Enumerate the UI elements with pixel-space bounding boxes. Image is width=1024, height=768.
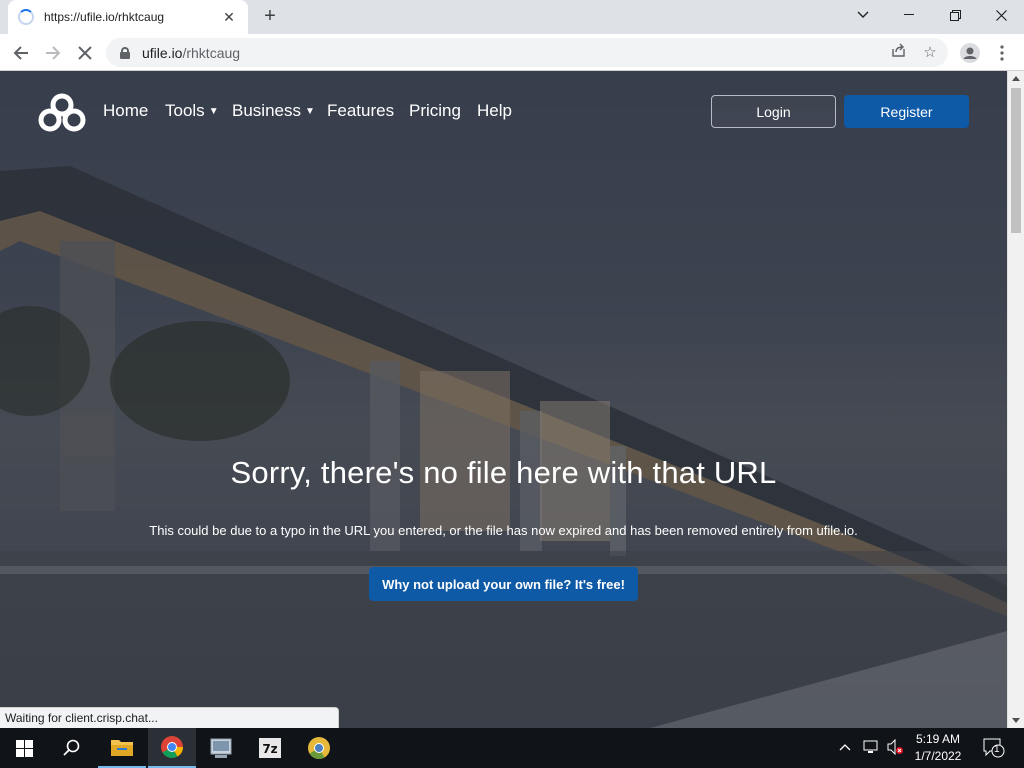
browser-tab[interactable]: https://ufile.io/rhktcaug ✕: [8, 0, 248, 34]
share-icon[interactable]: [888, 43, 908, 63]
search-button[interactable]: [48, 728, 96, 768]
browser-beta-icon: [308, 737, 330, 759]
upload-cta-button[interactable]: Why not upload your own file? It's free!: [369, 567, 638, 601]
loading-spinner-icon: [18, 9, 34, 25]
back-button[interactable]: [8, 40, 34, 66]
error-description: This could be due to a typo in the URL y…: [149, 523, 858, 538]
windows-logo-icon: [15, 739, 33, 757]
action-center-icon[interactable]: 1: [983, 738, 1005, 761]
page-scrollbar[interactable]: [1007, 71, 1024, 728]
minimize-button[interactable]: [886, 0, 932, 30]
browser-menu-icon[interactable]: [989, 40, 1015, 66]
show-hidden-icons-icon[interactable]: [839, 739, 851, 754]
login-button[interactable]: Login: [711, 95, 836, 128]
close-window-button[interactable]: [978, 0, 1024, 30]
chrome-icon: [161, 736, 183, 758]
new-tab-button[interactable]: +: [259, 5, 281, 27]
page-viewport: Home Tools ▼ Business ▼ Features Pricing H…: [0, 71, 1007, 728]
scrollbar-thumb[interactable]: [1011, 88, 1021, 233]
chevron-down-icon: ▼: [208, 106, 219, 117]
restore-button[interactable]: [932, 0, 978, 30]
tab-strip: https://ufile.io/rhktcaug ✕ +: [0, 0, 1024, 34]
network-icon[interactable]: [862, 739, 880, 758]
network-app-button[interactable]: [197, 728, 245, 768]
clock-date: 1/7/2022: [914, 749, 962, 763]
7zip-button[interactable]: 7z: [246, 728, 294, 768]
browser-toolbar: ufile.io/rhktcaug ☆: [0, 34, 1024, 71]
site-header: Home Tools ▼ Business ▼ Features Pricing H…: [0, 71, 1007, 151]
nav-home[interactable]: Home: [103, 101, 148, 121]
ufile-logo-icon[interactable]: [38, 93, 86, 133]
close-tab-icon[interactable]: ✕: [220, 9, 238, 26]
address-bar[interactable]: ufile.io/rhktcaug ☆: [106, 38, 948, 67]
lock-icon[interactable]: [120, 46, 130, 59]
notification-count-badge: 1: [994, 744, 1000, 755]
clock-time: 5:19 AM: [915, 732, 961, 746]
file-explorer-button[interactable]: [98, 728, 146, 768]
folder-icon: [111, 740, 133, 756]
start-button[interactable]: [0, 728, 48, 768]
stop-loading-button[interactable]: [72, 40, 98, 66]
status-bubble: Waiting for client.crisp.chat...: [0, 707, 339, 728]
network-window-icon: [210, 738, 232, 758]
chrome-canary-button[interactable]: [295, 728, 343, 768]
error-title: Sorry, there's no file here with that UR…: [230, 455, 777, 490]
background-photo: [0, 71, 1007, 728]
chrome-taskbar-button[interactable]: [148, 728, 196, 768]
chevron-down-icon: ▼: [304, 106, 315, 117]
nav-help[interactable]: Help: [477, 101, 512, 121]
tab-search-icon[interactable]: [840, 0, 886, 30]
register-button[interactable]: Register: [844, 95, 969, 128]
scroll-up-icon[interactable]: [1012, 76, 1020, 81]
nav-features[interactable]: Features: [327, 101, 394, 121]
nav-pricing[interactable]: Pricing: [409, 101, 461, 121]
system-clock[interactable]: 5:19 AM 1/7/2022: [906, 731, 970, 765]
windows-taskbar: 7z 5:19 AM 1/7/2022 1: [0, 728, 1024, 768]
volume-muted-icon[interactable]: [886, 738, 904, 758]
scroll-down-icon[interactable]: [1012, 718, 1020, 723]
search-icon: [63, 739, 80, 756]
7zip-icon: 7z: [259, 738, 281, 758]
bookmark-star-icon[interactable]: ☆: [920, 43, 940, 63]
url-text[interactable]: ufile.io/rhktcaug: [142, 45, 240, 61]
profile-avatar-icon[interactable]: [957, 40, 983, 66]
svg-text:7z: 7z: [262, 742, 277, 756]
tab-title: https://ufile.io/rhktcaug: [44, 10, 165, 24]
nav-tools[interactable]: Tools ▼: [165, 101, 219, 121]
forward-button[interactable]: [40, 40, 66, 66]
nav-business[interactable]: Business ▼: [232, 101, 315, 121]
